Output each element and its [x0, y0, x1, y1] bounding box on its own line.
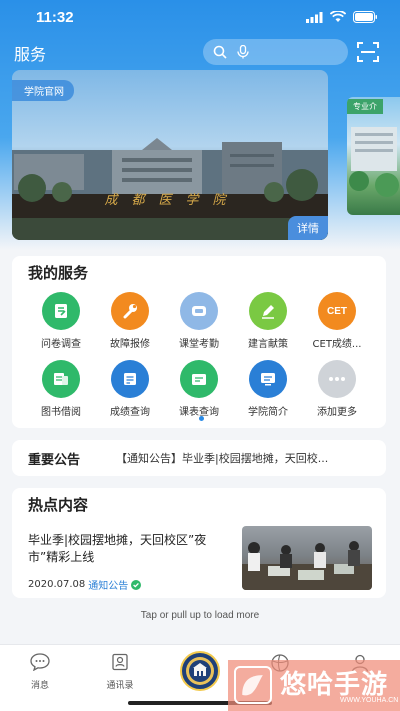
news-headline[interactable]: 毕业季|校园摆地摊，天回校区”夜市”精彩上线 [28, 532, 224, 566]
news-thumbnail[interactable] [242, 526, 372, 590]
contacts-icon [112, 653, 128, 671]
status-bar: 11:32 [0, 0, 400, 36]
survey-icon [42, 292, 80, 330]
banner-tag: 专业介 [347, 99, 383, 114]
tab-contacts[interactable]: 通讯录 [90, 653, 150, 691]
service-label: 图书借阅 [41, 407, 81, 418]
wifi-icon [330, 11, 346, 22]
service-label: 添加更多 [317, 407, 357, 418]
service-grades[interactable]: 成绩查询 [96, 360, 164, 418]
service-attendance[interactable]: 课堂考勤 [165, 292, 233, 350]
page-title: 服务 [14, 47, 47, 64]
load-more-hint[interactable]: Tap or pull up to load more [0, 610, 400, 621]
banner-tag: 学院官网 [12, 80, 74, 101]
tab-home-emblem[interactable] [180, 651, 220, 691]
service-library[interactable]: 图书借阅 [27, 360, 95, 418]
my-services-card: 我的服务 问卷调查 故障报修 课堂考勤 建言献策 CET CET成绩... 图书 [12, 256, 386, 428]
signal-icon [306, 11, 323, 23]
banner-slide[interactable]: 成都医学院 学院官网 详情 [12, 70, 328, 240]
service-label: 成绩查询 [110, 407, 150, 418]
service-label: 课堂考勤 [179, 339, 219, 350]
document-icon [111, 360, 149, 398]
watermark: 悠哈手游 WWW.YOUHA.CN [228, 660, 400, 711]
page-indicator-dot [199, 416, 204, 421]
notice-text[interactable]: 【通知公告】毕业季|校园摆地摊，天回校... [116, 450, 378, 466]
book-icon [42, 360, 80, 398]
service-suggestion[interactable]: 建言献策 [234, 292, 302, 350]
hot-title: 热点内容 [28, 496, 89, 514]
chat-bubble-icon [180, 292, 218, 330]
service-label: 建言献策 [248, 339, 288, 350]
service-cet[interactable]: CET CET成绩... [303, 292, 371, 350]
notice-title: 重要公告 [28, 453, 81, 468]
cet-icon: CET [318, 292, 356, 330]
news-meta: 2020.07.08 通知公告 [28, 577, 142, 592]
scan-icon[interactable] [357, 42, 379, 62]
news-category: 通知公告 [88, 581, 129, 592]
service-survey[interactable]: 问卷调查 [27, 292, 95, 350]
microphone-icon[interactable] [237, 45, 249, 59]
verified-icon [131, 579, 142, 590]
tab-label: 通讯录 [106, 681, 134, 691]
service-schedule[interactable]: 课表查询 [165, 360, 233, 418]
top-bar: 服务 [0, 36, 400, 68]
campus-sign: 成都医学院 [104, 193, 240, 208]
watermark-text: 悠哈手游 [280, 670, 389, 700]
market-photo [242, 541, 372, 590]
services-title: 我的服务 [28, 264, 89, 282]
tab-label: 消息 [30, 681, 49, 691]
battery-icon [353, 11, 377, 23]
status-icons [306, 11, 378, 23]
wrench-icon [111, 292, 149, 330]
service-label: 问卷调查 [41, 339, 81, 350]
banner-slide-next[interactable]: 专业介 [347, 97, 400, 215]
hot-content-card: 热点内容 毕业季|校园摆地摊，天回校区”夜市”精彩上线 2020.07.08 通… [12, 488, 386, 598]
service-label: 故障报修 [110, 339, 150, 350]
status-time: 11:32 [36, 9, 74, 26]
college-emblem-icon [186, 657, 214, 685]
monitor-icon [249, 360, 287, 398]
banner-detail-button[interactable]: 详情 [288, 216, 328, 240]
service-repair[interactable]: 故障报修 [96, 292, 164, 350]
schedule-icon [180, 360, 218, 398]
notice-card[interactable]: 重要公告 【通知公告】毕业季|校园摆地摊，天回校... [12, 440, 386, 476]
service-label: 学院简介 [248, 407, 288, 418]
message-icon [30, 653, 50, 672]
service-label: CET成绩... [312, 339, 362, 350]
search-input[interactable] [203, 39, 348, 65]
news-date: 2020.07.08 [28, 579, 86, 590]
tab-messages[interactable]: 消息 [10, 653, 70, 691]
watermark-logo-icon [234, 666, 272, 704]
search-icon [213, 45, 227, 59]
more-icon [318, 360, 356, 398]
campus-image [349, 127, 399, 197]
service-add-more[interactable]: 添加更多 [303, 360, 371, 418]
pencil-icon [249, 292, 287, 330]
watermark-url: WWW.YOUHA.CN [340, 697, 399, 704]
service-intro[interactable]: 学院简介 [234, 360, 302, 418]
cet-icon-text: CET [327, 305, 347, 317]
